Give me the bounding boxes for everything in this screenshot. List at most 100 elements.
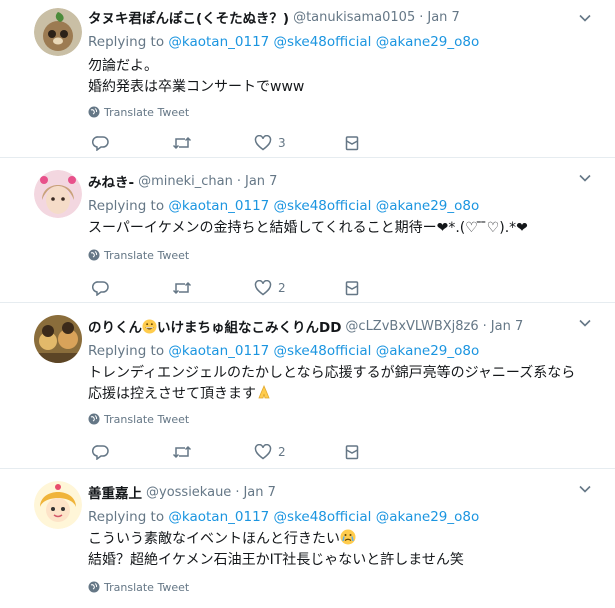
tweet-text-line: スーパーイケメンの金持ちと結婚してくれること期待ー❤*.(♡ ̄ ̄♡).*❤ bbox=[88, 220, 528, 236]
display-name-text: のりくん bbox=[88, 320, 142, 336]
translate-label: Translate Tweet bbox=[104, 580, 190, 594]
tweet[interactable]: 善重嘉上 @yossiekaue · Jan 7 Replying to @ka… bbox=[0, 469, 615, 608]
like-button[interactable]: 3 bbox=[254, 135, 344, 151]
like-button[interactable]: 2 bbox=[254, 444, 344, 460]
like-count: 3 bbox=[278, 136, 286, 150]
display-name[interactable]: のりくん いけまちゅ組なこみくりんDD bbox=[88, 316, 341, 336]
separator-dot: · bbox=[235, 484, 240, 500]
timestamp[interactable]: Jan 7 bbox=[245, 174, 277, 189]
tweet[interactable]: のりくん いけまちゅ組なこみくりんDD @cLZvBxVLWBXj8z6 · Ja… bbox=[0, 303, 615, 469]
replying-to: Replying to @kaotan_0117 @ske48official … bbox=[88, 509, 595, 525]
translate-tweet-link[interactable]: Translate Tweet bbox=[88, 247, 595, 263]
tweet-header: のりくん いけまちゅ組なこみくりんDD @cLZvBxVLWBXj8z6 · Ja… bbox=[88, 315, 595, 337]
direct-message-icon bbox=[345, 281, 359, 296]
tweet-header: 善重嘉上 @yossiekaue · Jan 7 bbox=[88, 481, 595, 503]
mention-link[interactable]: @akane29_o8o bbox=[376, 34, 480, 50]
avatar[interactable] bbox=[34, 481, 82, 529]
globe-icon bbox=[88, 249, 100, 261]
timestamp[interactable]: Jan 7 bbox=[427, 10, 459, 25]
reply-icon bbox=[92, 445, 109, 460]
display-name[interactable]: タヌキ君ぽんぽこ(くそたぬき？) bbox=[88, 7, 289, 27]
direct-message-button[interactable] bbox=[344, 135, 374, 151]
reply-icon bbox=[92, 281, 109, 296]
mention-link[interactable]: @kaotan_0117 bbox=[168, 34, 269, 50]
avatar[interactable] bbox=[34, 170, 82, 218]
globe-icon bbox=[88, 581, 100, 593]
translate-tweet-link[interactable]: Translate Tweet bbox=[88, 104, 595, 120]
avatar[interactable] bbox=[34, 315, 82, 363]
globe-icon bbox=[88, 106, 100, 118]
display-name[interactable]: 善重嘉上 bbox=[88, 482, 142, 502]
separator-dot: · bbox=[419, 9, 424, 25]
like-icon bbox=[254, 280, 272, 296]
translate-tweet-link[interactable]: Translate Tweet bbox=[88, 579, 595, 595]
tweet-text: トレンディエンジェルのたかしとなら応援するが錦戸亮等のジャニーズ系なら 応援は控… bbox=[88, 363, 595, 405]
chevron-down-icon[interactable] bbox=[577, 10, 593, 26]
username[interactable]: @yossiekaue bbox=[146, 485, 231, 500]
reply-button[interactable] bbox=[92, 135, 172, 151]
timestamp[interactable]: Jan 7 bbox=[491, 319, 523, 334]
tweet-text-line: 婚約発表は卒業コンサートでwww bbox=[88, 79, 305, 95]
tweet-actions: 2 bbox=[88, 275, 595, 301]
like-icon bbox=[254, 444, 272, 460]
replying-label: Replying to bbox=[88, 509, 165, 525]
mention-link[interactable]: @akane29_o8o bbox=[376, 509, 480, 525]
username[interactable]: @cLZvBxVLWBXj8z6 bbox=[345, 319, 478, 334]
translate-label: Translate Tweet bbox=[104, 248, 190, 262]
username[interactable]: @tanukisama0105 bbox=[293, 10, 415, 25]
tweet-feed: タヌキ君ぽんぽこ(くそたぬき？) @tanukisama0105 · Jan 7… bbox=[0, 0, 615, 608]
reply-button[interactable] bbox=[92, 444, 172, 460]
display-name[interactable]: みねき- bbox=[88, 171, 134, 191]
tweet-text-line: 結婚？超絶イケメン石油王かIT社長じゃないと許しません笑 bbox=[88, 552, 464, 568]
reply-button[interactable] bbox=[92, 280, 172, 296]
mention-link[interactable]: @kaotan_0117 bbox=[168, 509, 269, 525]
mention-link[interactable]: @kaotan_0117 bbox=[168, 198, 269, 214]
mention-link[interactable]: @ske48official bbox=[274, 343, 372, 359]
tweet-text-line: こういう素敵なイベントほんと行きたい bbox=[88, 531, 340, 547]
tweet-text: スーパーイケメンの金持ちと結婚してくれること期待ー❤*.(♡ ̄ ̄♡).*❤ bbox=[88, 218, 595, 239]
replying-label: Replying to bbox=[88, 34, 165, 50]
tweet[interactable]: みねき- @mineki_chan · Jan 7 Replying to @k… bbox=[0, 158, 615, 303]
retweet-icon bbox=[172, 445, 192, 459]
tweet-text-line: 勿論だよ。 bbox=[88, 58, 158, 74]
mention-link[interactable]: @ske48official bbox=[274, 198, 372, 214]
tweet-text-line-wrap: こういう素敵なイベントほんと行きたい bbox=[88, 529, 595, 550]
replying-to: Replying to @kaotan_0117 @ske48official … bbox=[88, 34, 595, 50]
translate-label: Translate Tweet bbox=[104, 105, 190, 119]
grinning-face-emoji-icon bbox=[142, 319, 157, 334]
tweet-text: こういう素敵なイベントほんと行きたい 結婚？超絶イケメン石油王かIT社長じゃない… bbox=[88, 529, 595, 571]
direct-message-icon bbox=[345, 136, 359, 151]
mention-link[interactable]: @ske48official bbox=[274, 509, 372, 525]
retweet-button[interactable] bbox=[172, 280, 254, 296]
replying-label: Replying to bbox=[88, 198, 165, 214]
username[interactable]: @mineki_chan bbox=[138, 174, 233, 189]
retweet-icon bbox=[172, 281, 192, 295]
translate-tweet-link[interactable]: Translate Tweet bbox=[88, 411, 595, 427]
tweet-header: タヌキ君ぽんぽこ(くそたぬき？) @tanukisama0105 · Jan 7 bbox=[88, 6, 595, 28]
replying-to: Replying to @kaotan_0117 @ske48official … bbox=[88, 343, 595, 359]
chevron-down-icon[interactable] bbox=[577, 315, 593, 331]
mention-link[interactable]: @ske48official bbox=[274, 34, 372, 50]
display-name-suffix: いけまちゅ組なこみくりんDD bbox=[157, 320, 342, 336]
mention-link[interactable]: @akane29_o8o bbox=[376, 343, 480, 359]
direct-message-button[interactable] bbox=[344, 280, 374, 296]
replying-to: Replying to @kaotan_0117 @ske48official … bbox=[88, 198, 595, 214]
retweet-icon bbox=[172, 136, 192, 150]
folded-hands-emoji-icon bbox=[258, 384, 270, 399]
like-count: 2 bbox=[278, 445, 286, 459]
retweet-button[interactable] bbox=[172, 135, 254, 151]
like-icon bbox=[254, 135, 272, 151]
direct-message-button[interactable] bbox=[344, 444, 374, 460]
crying-face-emoji-icon bbox=[340, 529, 356, 545]
chevron-down-icon[interactable] bbox=[577, 170, 593, 186]
separator-dot: · bbox=[482, 318, 487, 334]
retweet-button[interactable] bbox=[172, 444, 254, 460]
tweet[interactable]: タヌキ君ぽんぽこ(くそたぬき？) @tanukisama0105 · Jan 7… bbox=[0, 0, 615, 158]
avatar[interactable] bbox=[34, 8, 82, 56]
mention-link[interactable]: @akane29_o8o bbox=[376, 198, 480, 214]
direct-message-icon bbox=[345, 445, 359, 460]
timestamp[interactable]: Jan 7 bbox=[243, 485, 275, 500]
mention-link[interactable]: @kaotan_0117 bbox=[168, 343, 269, 359]
like-button[interactable]: 2 bbox=[254, 280, 344, 296]
chevron-down-icon[interactable] bbox=[577, 481, 593, 497]
